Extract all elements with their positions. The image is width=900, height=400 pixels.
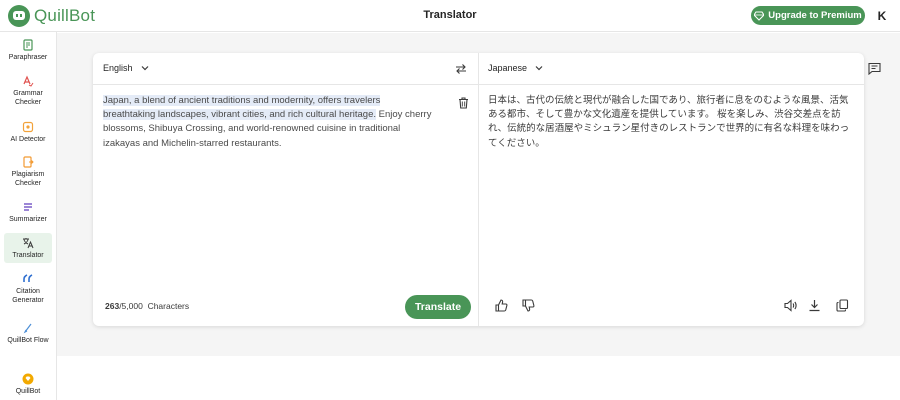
sidebar: Paraphraser Grammar Checker AI Detector … — [0, 32, 57, 400]
thumbs-up-icon — [494, 298, 507, 312]
swap-icon — [456, 64, 466, 74]
download-button[interactable] — [806, 297, 822, 313]
translator-icon — [21, 236, 35, 250]
page-title: Translator — [423, 9, 477, 21]
target-language-label: Japanese — [488, 63, 528, 73]
translate-button[interactable]: Translate — [405, 295, 471, 319]
sidebar-item-quillbot-premium[interactable]: QuillBot — [4, 372, 52, 400]
listen-button[interactable] — [782, 297, 798, 313]
character-count: 263/5,000 Characters — [105, 301, 189, 311]
side-notes-button[interactable] — [868, 62, 882, 76]
citation-generator-icon — [21, 272, 35, 286]
highlighted-sentence: Japan, a blend of ancient traditions and… — [103, 95, 381, 121]
diamond-icon — [754, 10, 765, 21]
character-count-label: Characters — [147, 301, 190, 311]
thumbs-down-icon — [521, 298, 534, 312]
sidebar-item-label: Translator — [12, 252, 44, 259]
target-language-select[interactable]: Japanese — [488, 63, 543, 73]
panel-divider — [478, 53, 479, 326]
user-avatar[interactable]: K — [872, 6, 892, 26]
copy-icon — [835, 298, 848, 312]
top-bar: QuillBot Translator Upgrade to Premium K — [0, 0, 900, 32]
download-icon — [809, 299, 819, 311]
source-text-input[interactable]: Japan, a blend of ancient traditions and… — [103, 94, 435, 151]
ai-detector-icon — [21, 120, 35, 134]
sidebar-item-label: QuillBot Flow — [7, 337, 49, 344]
sidebar-item-label: Summarizer — [9, 216, 47, 223]
main-footer-area — [57, 356, 900, 400]
character-count-value: 263 — [105, 301, 120, 311]
sidebar-item-label: QuillBot — [15, 388, 41, 395]
swap-languages-button[interactable] — [454, 62, 468, 76]
sidebar-item-citation-generator[interactable]: Citation Generator — [4, 272, 52, 308]
source-language-label: English — [103, 63, 133, 73]
sidebar-item-translator[interactable]: Translator — [4, 233, 52, 263]
translated-text-output: 日本は、古代の伝統と現代が融合した国であり、旅行者に息をのむような風景、活気ある… — [488, 95, 850, 149]
sidebar-item-paraphraser[interactable]: Paraphraser — [4, 38, 52, 66]
paraphraser-icon — [21, 38, 35, 52]
logo-text: QuillBot — [34, 6, 96, 25]
plagiarism-checker-icon — [21, 155, 35, 169]
upgrade-premium-button[interactable]: Upgrade to Premium — [751, 6, 865, 25]
quillbot-premium-icon — [21, 372, 35, 386]
sidebar-item-label: Plagiarism Checker — [11, 171, 45, 187]
speaker-icon — [783, 298, 797, 312]
sidebar-item-label: Citation Generator — [12, 288, 44, 304]
thumbs-down-button[interactable] — [520, 297, 536, 313]
comment-icon — [868, 62, 881, 76]
sidebar-item-label: Paraphraser — [8, 54, 48, 61]
quillbot-flow-icon — [21, 321, 35, 335]
thumbs-up-button[interactable] — [493, 297, 509, 313]
sidebar-item-summarizer[interactable]: Summarizer — [4, 200, 52, 226]
upgrade-premium-label: Upgrade to Premium — [768, 10, 862, 21]
quillbot-logo-icon — [8, 5, 30, 27]
grammar-checker-icon — [21, 74, 35, 88]
trash-icon — [459, 97, 468, 109]
character-limit: /5,000 — [119, 301, 143, 311]
summarizer-icon — [21, 200, 35, 214]
sidebar-item-label: AI Detector — [10, 136, 46, 143]
sidebar-item-label: Grammar Checker — [13, 90, 43, 106]
sidebar-item-plagiarism-checker[interactable]: Plagiarism Checker — [4, 155, 52, 191]
source-language-select[interactable]: English — [103, 63, 149, 73]
clear-text-button[interactable] — [458, 96, 470, 109]
copy-button[interactable] — [834, 297, 850, 313]
chevron-down-icon — [141, 66, 148, 71]
sidebar-item-ai-detector[interactable]: AI Detector — [4, 120, 52, 146]
quillbot-logo[interactable]: QuillBot — [8, 5, 95, 27]
sidebar-item-grammar-checker[interactable]: Grammar Checker — [4, 74, 52, 110]
sidebar-item-quillbot-flow[interactable]: QuillBot Flow — [4, 321, 52, 357]
chevron-down-icon — [535, 66, 543, 71]
translator-card: English Japanese Japan, a blend of ancie… — [93, 53, 864, 326]
